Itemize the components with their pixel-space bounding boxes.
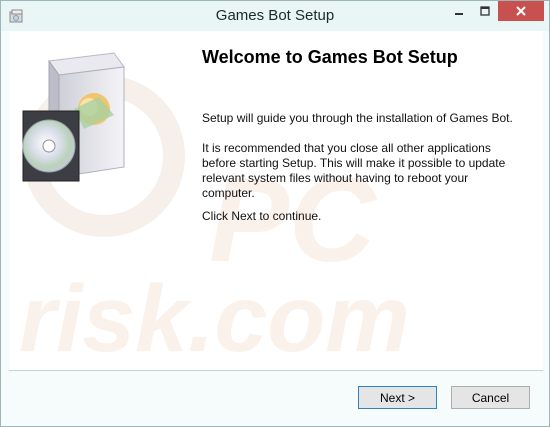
footer-divider xyxy=(9,370,543,371)
content-panel: PC risk.com Welcome to Games Bot Setup S… xyxy=(9,31,543,370)
welcome-heading: Welcome to Games Bot Setup xyxy=(202,47,458,67)
software-box-cd-icon xyxy=(22,52,125,182)
maximize-button[interactable] xyxy=(472,1,498,21)
next-button[interactable]: Next > xyxy=(358,386,437,409)
minimize-button[interactable] xyxy=(446,1,472,21)
cancel-button[interactable]: Cancel xyxy=(451,386,530,409)
intro-text: Setup will guide you through the install… xyxy=(202,111,513,125)
close-icon xyxy=(516,6,526,16)
setup-window: Games Bot Setup PC risk.com Welcome to G… xyxy=(0,0,550,427)
svg-text:risk.com: risk.com xyxy=(19,266,410,370)
title-bar[interactable]: Games Bot Setup xyxy=(1,1,549,31)
minimize-icon xyxy=(455,13,463,15)
close-button[interactable] xyxy=(498,1,544,21)
continue-instruction: Click Next to continue. xyxy=(202,209,322,223)
recommendation-text: It is recommended that you close all oth… xyxy=(202,141,506,200)
maximize-icon xyxy=(480,6,490,16)
